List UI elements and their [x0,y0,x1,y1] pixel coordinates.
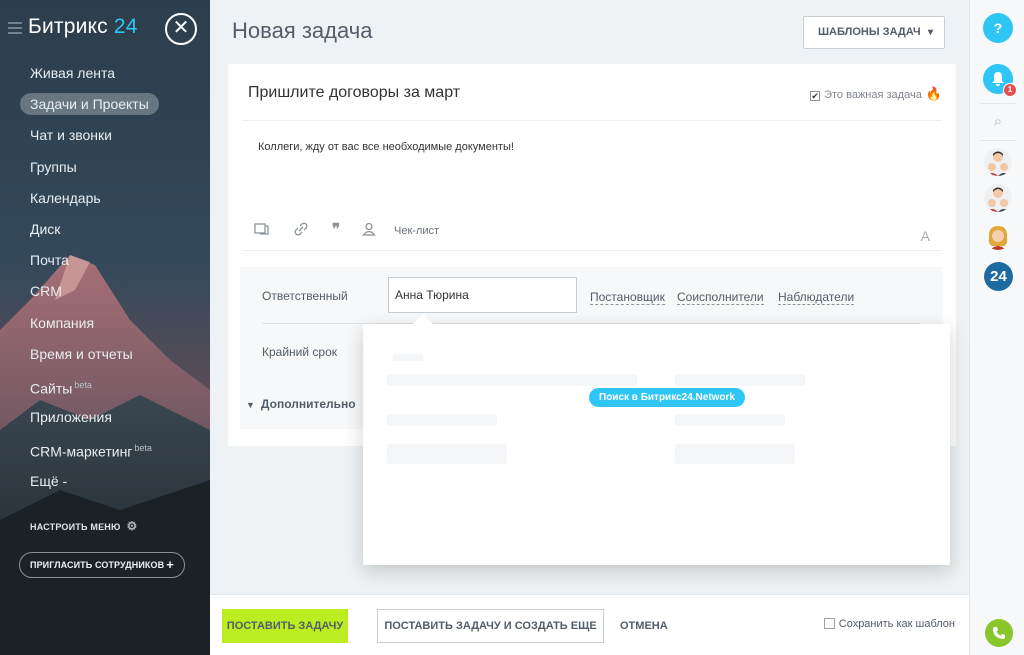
file-icon[interactable] [254,222,270,239]
creator-link[interactable]: Постановщик [590,291,665,305]
sidebar-header: Битрикс 24 ✕ [0,0,210,58]
chevron-down-icon: ▾ [927,27,933,38]
task-templates-button[interactable]: ШАБЛОНЫ ЗАДАЧ ▾ [803,16,945,49]
responsible-label: Ответственный [262,289,348,303]
submit-and-create-button[interactable]: ПОСТАВИТЬ ЗАДАЧУ И СОЗДАТЬ ЕЩЕ [377,609,604,643]
quote-icon[interactable]: ❞ [332,220,340,238]
deadline-label: Крайний срок [262,345,338,359]
left-sidebar: Битрикс 24 ✕ Живая лента Задачи и Проект… [0,0,210,655]
close-icon[interactable]: ✕ [165,13,197,45]
sidebar-item-calendar[interactable]: Календарь [20,187,111,209]
save-as-template-toggle[interactable]: Сохранить как шаблон [823,618,955,630]
important-task-toggle[interactable]: ✔ Это важная задача 🔥 [810,86,942,102]
phone-icon [993,627,1005,639]
sidebar-item-drive[interactable]: Диск [20,218,70,240]
bitrix24-icon[interactable]: 24 [984,262,1013,291]
mention-user-icon[interactable] [362,222,376,239]
divider [242,250,942,251]
sidebar-item-tasks[interactable]: Задачи и Проекты [20,93,159,115]
avatar-group-chat[interactable] [984,148,1012,176]
avatar-user[interactable] [984,222,1012,250]
search-icon[interactable]: ⌕ [983,107,1013,137]
task-description-editor[interactable]: Коллеги, жду от вас все необходимые доку… [258,141,514,153]
sidebar-item-crm-marketing[interactable]: CRM-маркетинг beta [20,437,162,460]
loading-placeholder [675,374,805,386]
configure-menu-button[interactable]: НАСТРОИТЬ МЕНЮ ⚙ [30,519,137,533]
divider [242,120,942,121]
fire-icon: 🔥 [925,86,942,101]
sidebar-item-apps[interactable]: Приложения [20,406,122,428]
page-title: Новая задача [232,18,373,43]
plus-icon: + [166,557,174,572]
loading-placeholder [393,354,423,361]
form-actions-bar: ПОСТАВИТЬ ЗАДАЧУ ПОСТАВИТЬ ЗАДАЧУ И СОЗД… [210,594,969,655]
network-search-button[interactable]: Поиск в Битрикс24.Network [589,388,745,407]
gear-icon: ⚙ [126,519,138,533]
important-checkbox[interactable]: ✔ [810,91,821,101]
sidebar-item-groups[interactable]: Группы [20,156,87,178]
notification-count-badge: 1 [1003,83,1017,97]
loading-placeholder [675,444,795,464]
sidebar-item-mail[interactable]: Почта [20,249,79,271]
observers-link[interactable]: Наблюдатели [778,291,855,305]
save-template-checkbox[interactable] [823,618,835,629]
sidebar-item-more[interactable]: Ещё - [20,470,77,492]
sidebar-item-live-feed[interactable]: Живая лента [20,62,125,84]
text-format-icon[interactable]: A [921,228,930,244]
right-rail: ? 1 ⌕ 24 [969,0,1024,655]
link-icon[interactable] [294,222,308,239]
checklist-button[interactable]: Чек-лист [394,225,439,237]
loading-placeholder [387,374,637,386]
submit-task-button[interactable]: ПОСТАВИТЬ ЗАДАЧУ [222,609,348,643]
chevron-down-icon: ▼ [246,400,255,410]
user-selector-popup: Поиск в Битрикс24.Network [363,314,950,565]
sidebar-item-chat[interactable]: Чат и звонки [20,124,122,146]
beta-badge: beta [134,443,152,453]
co-executors-link[interactable]: Соисполнители [677,291,764,305]
sidebar-item-sites[interactable]: Сайты beta [20,374,102,397]
responsible-input[interactable]: Анна Тюрина [388,277,577,313]
divider [980,140,1016,141]
loading-placeholder [387,444,507,464]
additional-toggle[interactable]: ▼ Дополнительно [246,397,356,411]
loading-placeholder [675,414,785,426]
bell-icon [992,72,1004,86]
phone-call-button[interactable] [985,619,1013,647]
notifications-button[interactable]: 1 [983,64,1017,97]
menu-icon[interactable] [8,22,22,34]
beta-badge: beta [74,380,92,390]
task-title-input[interactable]: Пришлите договоры за март [248,84,460,102]
divider [980,103,1016,104]
cancel-button[interactable]: ОТМЕНА [620,620,668,632]
invite-users-button[interactable]: ПРИГЛАСИТЬ СОТРУДНИКОВ + [19,552,185,578]
loading-placeholder [387,414,497,426]
logo[interactable]: Битрикс 24 [28,15,138,39]
avatar-group-chat[interactable] [984,184,1012,212]
sidebar-item-time-reports[interactable]: Время и отчеты [20,343,143,365]
sidebar-item-company[interactable]: Компания [20,312,104,334]
help-icon[interactable]: ? [983,13,1013,43]
sidebar-item-crm[interactable]: CRM [20,280,72,302]
